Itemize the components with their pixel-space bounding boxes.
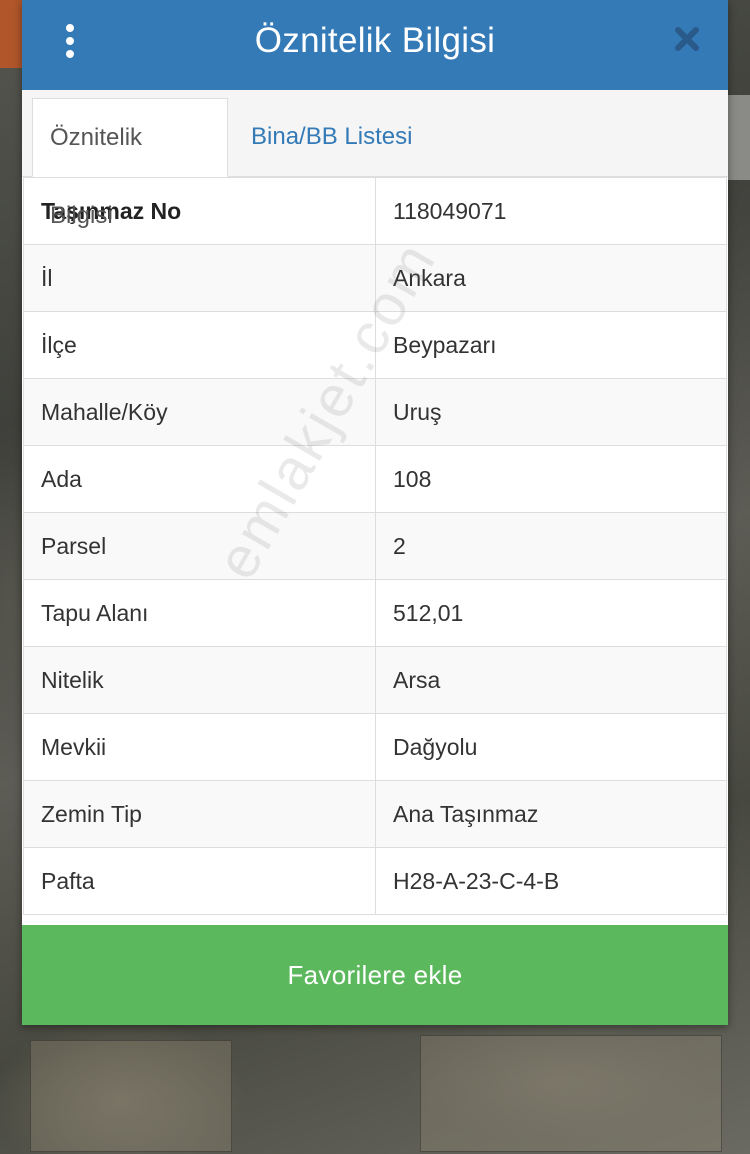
tab-attribute-info[interactable]: Öznitelik Bilgisi: [32, 98, 228, 229]
attribute-value: 512,01: [375, 579, 727, 647]
attribute-value: 118049071: [375, 177, 727, 245]
table-row: Zemin Tip Ana Taşınmaz: [23, 780, 727, 848]
attribute-value: Beypazarı: [375, 311, 727, 379]
attribute-value: 108: [375, 445, 727, 513]
attribute-key: Parsel: [23, 512, 376, 580]
attribute-value: 2: [375, 512, 727, 580]
attribute-key: İlçe: [23, 311, 376, 379]
tab-bar: Öznitelik Bilgisi Bina/BB Listesi: [22, 90, 728, 229]
attribute-key: Tapu Alanı: [23, 579, 376, 647]
dialog-header: Öznitelik Bilgisi: [22, 0, 728, 90]
attribute-key: Pafta: [23, 847, 376, 915]
table-row: Mevkii Dağyolu: [23, 713, 727, 781]
attribute-key: Nitelik: [23, 646, 376, 714]
attribute-key: Ada: [23, 445, 376, 513]
table-row: İlçe Beypazarı: [23, 311, 727, 379]
attribute-value: Arsa: [375, 646, 727, 714]
table-row: İl Ankara: [23, 244, 727, 312]
add-to-favorites-button[interactable]: Favorilere ekle: [22, 925, 728, 1025]
table-row: Tapu Alanı 512,01: [23, 579, 727, 647]
close-icon: [675, 27, 699, 51]
table-row: Ada 108: [23, 445, 727, 513]
attribute-dialog: Öznitelik Bilgisi Öznitelik Bilgisi Bina…: [22, 0, 728, 1025]
attribute-key: Mahalle/Köy: [23, 378, 376, 446]
table-row: Taşınmaz No 118049071: [23, 177, 727, 245]
attribute-value: Dağyolu: [375, 713, 727, 781]
attribute-value: Ana Taşınmaz: [375, 780, 727, 848]
attribute-value: Ankara: [375, 244, 727, 312]
map-feature: [0, 0, 22, 68]
map-field: [420, 1035, 722, 1152]
table-row: Pafta H28-A-23-C-4-B: [23, 847, 727, 915]
attribute-key: Mevkii: [23, 713, 376, 781]
attribute-table: Taşınmaz No 118049071 İl Ankara İlçe Bey…: [23, 177, 727, 915]
table-row: Parsel 2: [23, 512, 727, 580]
map-feature: [728, 95, 750, 180]
dialog-title: Öznitelik Bilgisi: [254, 21, 496, 60]
tab-building-list[interactable]: Bina/BB Listesi: [234, 98, 429, 176]
close-button[interactable]: [672, 22, 702, 56]
map-field: [30, 1040, 232, 1152]
table-row: Nitelik Arsa: [23, 646, 727, 714]
attribute-key: Zemin Tip: [23, 780, 376, 848]
table-row: Mahalle/Köy Uruş: [23, 378, 727, 446]
attribute-value: H28-A-23-C-4-B: [375, 847, 727, 915]
attribute-value: Uruş: [375, 378, 727, 446]
